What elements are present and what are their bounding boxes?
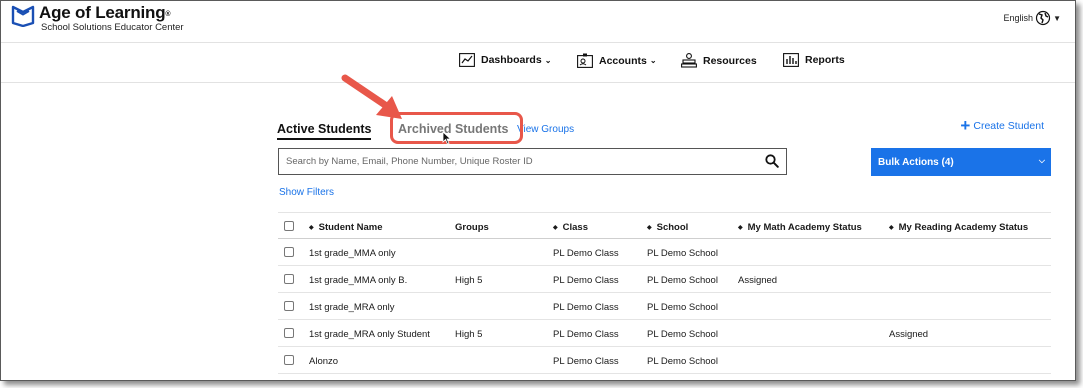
cell-class: PL Demo Class [553, 329, 619, 340]
header-reading-status[interactable]: ◆ My Reading Academy Status [889, 222, 1028, 233]
plus-icon: + [960, 116, 971, 135]
globe-icon [1035, 10, 1051, 26]
header-math-status[interactable]: ◆ My Math Academy Status [738, 222, 862, 233]
cell-groups: High 5 [455, 275, 483, 286]
brand-logo[interactable]: Age of Learning® School Solutions Educat… [11, 4, 184, 33]
line-chart-icon [459, 53, 475, 67]
nav-dashboards[interactable]: Dashboards ⌄ [459, 53, 551, 67]
mouse-cursor-icon [442, 131, 452, 145]
row-checkbox[interactable] [284, 247, 294, 257]
row-checkbox[interactable] [284, 355, 294, 365]
bulk-actions-label: Bulk Actions (4) [878, 156, 954, 168]
nav-resources-label: Resources [703, 54, 757, 67]
trademark-symbol: ® [165, 11, 171, 18]
cell-student-name[interactable]: 1st grade_MRA only [309, 302, 395, 313]
resources-icon [681, 53, 697, 68]
nav-reports-label: Reports [805, 54, 845, 66]
nav-accounts[interactable]: Accounts ⌄ [577, 53, 657, 68]
search-box [278, 148, 787, 175]
sort-icon: ◆ [309, 225, 314, 231]
nav-accounts-label: Accounts [599, 54, 647, 67]
cell-math-status: Assigned [738, 275, 778, 286]
chevron-down-icon: ⌄ [544, 55, 552, 65]
language-selector[interactable]: English ▼ [1004, 10, 1061, 26]
chevron-down-icon: ⌄ [649, 56, 657, 65]
cell-student-name[interactable]: 1st grade_MMA only [309, 248, 396, 259]
sort-icon: ◆ [738, 225, 743, 231]
tab-view-groups[interactable]: View Groups [517, 124, 574, 135]
table-row[interactable]: 1st grade_MRA only PL Demo Class PL Demo… [278, 293, 1051, 320]
cell-school: PL Demo School [647, 248, 718, 259]
annotation-highlight [390, 112, 523, 144]
bar-chart-icon [783, 53, 799, 67]
cell-student-name[interactable]: 1st grade_MMA only B. [309, 275, 407, 286]
id-card-icon [577, 53, 593, 68]
cell-reading-status: Assigned [889, 329, 929, 340]
nav-resources[interactable]: Resources [681, 53, 757, 68]
chevron-down-icon: ⌵ [1038, 156, 1045, 165]
cell-school: PL Demo School [647, 329, 718, 340]
cell-student-name[interactable]: Alonzo [309, 356, 338, 367]
create-student-label: Create Student [973, 120, 1044, 132]
students-table: ◆ Student Name Groups ◆ Class ◆ School ◆ My … [278, 212, 1051, 374]
select-all-checkbox[interactable] [284, 221, 294, 231]
cell-groups: High 5 [455, 329, 483, 340]
show-filters-link[interactable]: Show Filters [279, 187, 334, 198]
table-row[interactable]: 1st grade_MMA only PL Demo Class PL Demo… [278, 239, 1051, 266]
nav-dashboards-label: Dashboards [481, 54, 542, 66]
cell-student-name[interactable]: 1st grade_MRA only Student [309, 329, 430, 340]
sort-icon: ◆ [889, 225, 894, 231]
table-row[interactable]: Alonzo PL Demo Class PL Demo School [278, 347, 1051, 374]
brand-title: Age of Learning [39, 3, 166, 22]
brand-subtitle: School Solutions Educator Center [41, 22, 184, 33]
bulk-actions-dropdown[interactable]: Bulk Actions (4) ⌵ [871, 148, 1051, 176]
row-checkbox[interactable] [284, 328, 294, 338]
header-student-name[interactable]: ◆ Student Name [309, 222, 383, 233]
cell-class: PL Demo Class [553, 356, 619, 367]
row-checkbox[interactable] [284, 274, 294, 284]
main-nav: Dashboards ⌄ Accounts ⌄ Resources Report… [1, 43, 1075, 83]
search-icon[interactable] [765, 154, 779, 168]
chevron-down-icon: ▼ [1053, 13, 1061, 23]
header-school[interactable]: ◆ School [647, 222, 688, 233]
cell-class: PL Demo Class [553, 302, 619, 313]
language-label: English [1003, 13, 1034, 23]
top-header: Age of Learning® School Solutions Educat… [1, 1, 1075, 43]
search-input[interactable] [279, 149, 749, 174]
cell-class: PL Demo Class [553, 275, 619, 286]
header-groups: Groups [455, 222, 489, 233]
sort-icon: ◆ [647, 225, 652, 231]
nav-reports[interactable]: Reports [783, 53, 845, 67]
table-row[interactable]: 1st grade_MRA only Student High 5 PL Dem… [278, 320, 1051, 347]
tab-active-students[interactable]: Active Students [277, 122, 372, 140]
row-checkbox[interactable] [284, 301, 294, 311]
cell-school: PL Demo School [647, 302, 718, 313]
sort-icon: ◆ [553, 225, 558, 231]
cell-school: PL Demo School [647, 275, 718, 286]
cell-class: PL Demo Class [553, 248, 619, 259]
book-logo-icon [11, 5, 35, 27]
table-header-row: ◆ Student Name Groups ◆ Class ◆ School ◆ My … [278, 212, 1051, 239]
header-class[interactable]: ◆ Class [553, 222, 588, 233]
create-student-button[interactable]: + Create Student [960, 116, 1044, 135]
table-row[interactable]: 1st grade_MMA only B. High 5 PL Demo Cla… [278, 266, 1051, 293]
cell-school: PL Demo School [647, 356, 718, 367]
app-window: Age of Learning® School Solutions Educat… [0, 0, 1076, 381]
